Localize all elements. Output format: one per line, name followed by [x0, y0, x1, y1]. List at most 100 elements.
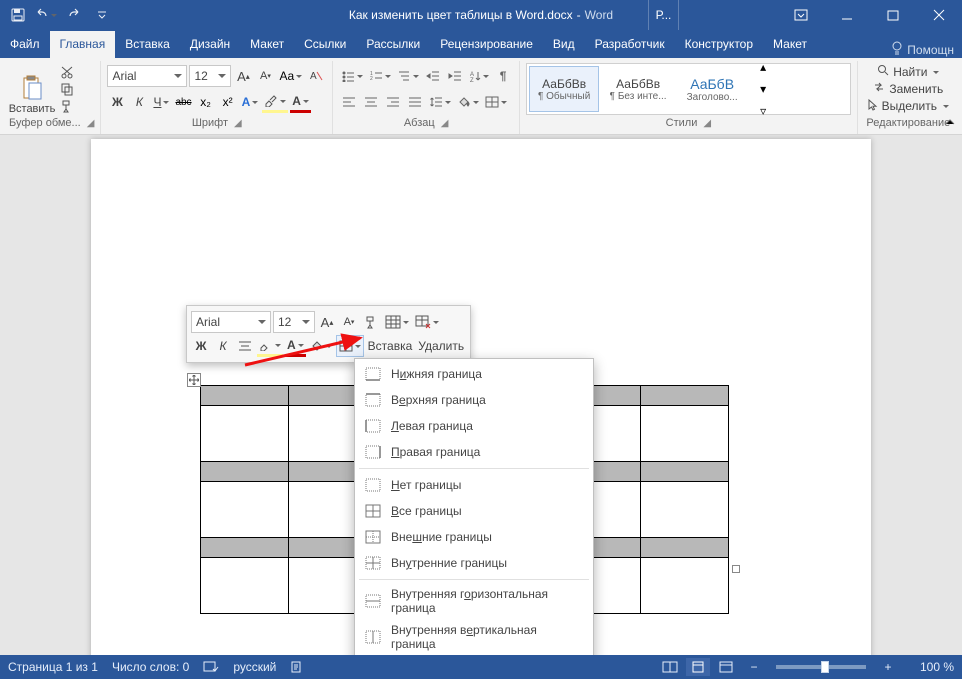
- qat-customize-button[interactable]: [90, 4, 114, 26]
- status-page[interactable]: Страница 1 из 1: [8, 660, 98, 674]
- view-read-mode[interactable]: [658, 658, 682, 676]
- style-no-spacing[interactable]: АаБбВв ¶ Без инте...: [603, 66, 673, 112]
- mini-highlight-button[interactable]: [257, 335, 283, 357]
- increase-indent-button[interactable]: [445, 65, 465, 87]
- change-case-button[interactable]: Aa: [277, 65, 304, 87]
- border-menu-item-top[interactable]: Верхняя граница: [355, 387, 593, 413]
- border-menu-item-left[interactable]: Левая граница: [355, 413, 593, 439]
- mini-align-button[interactable]: [235, 335, 255, 357]
- mini-delete-label[interactable]: Удалить: [416, 335, 466, 357]
- align-center-button[interactable]: [361, 91, 381, 113]
- view-web-layout[interactable]: [714, 658, 738, 676]
- border-menu-item-bottom[interactable]: Нижняя граница: [355, 361, 593, 387]
- tab-layout[interactable]: Макет: [240, 31, 294, 58]
- redo-button[interactable]: [62, 4, 86, 26]
- status-word-count[interactable]: Число слов: 0: [112, 660, 189, 674]
- shading-button[interactable]: [455, 91, 481, 113]
- dialog-launcher-icon[interactable]: ◢: [703, 118, 711, 129]
- dialog-launcher-icon[interactable]: ◢: [87, 118, 95, 129]
- mini-borders-button[interactable]: [336, 335, 364, 357]
- mini-delete-table-button[interactable]: [413, 311, 441, 333]
- collapse-ribbon-button[interactable]: [942, 114, 958, 130]
- font-size-select[interactable]: 12: [189, 65, 231, 87]
- tab-design[interactable]: Дизайн: [180, 31, 240, 58]
- cut-button[interactable]: [57, 63, 77, 80]
- styles-more[interactable]: ▿: [753, 100, 773, 122]
- table-resize-handle[interactable]: [732, 565, 740, 573]
- undo-button[interactable]: [34, 4, 58, 26]
- mini-format-painter-button[interactable]: [361, 311, 381, 333]
- border-menu-item-none[interactable]: Нет границы: [355, 472, 593, 498]
- dialog-launcher-icon[interactable]: ◢: [234, 118, 242, 129]
- mini-font-color-button[interactable]: A: [285, 335, 306, 357]
- mini-font-size-select[interactable]: 12: [273, 311, 315, 333]
- tab-review[interactable]: Рецензирование: [430, 31, 543, 58]
- format-painter-button[interactable]: [57, 98, 77, 115]
- superscript-button[interactable]: x²: [218, 91, 238, 113]
- tab-references[interactable]: Ссылки: [294, 31, 356, 58]
- text-effects-button[interactable]: A: [240, 91, 261, 113]
- styles-scroll-up[interactable]: ▴: [753, 56, 773, 78]
- tab-view[interactable]: Вид: [543, 31, 585, 58]
- border-menu-item-all[interactable]: Все границы: [355, 498, 593, 524]
- mini-italic-button[interactable]: К: [213, 335, 233, 357]
- document-area[interactable]: Arial 12 A▴ A▾ Ж К A Вставка Удалить Ниж…: [0, 135, 962, 655]
- justify-button[interactable]: [405, 91, 425, 113]
- style-normal[interactable]: АаБбВв ¶ Обычный: [529, 66, 599, 112]
- numbering-button[interactable]: 12: [367, 65, 393, 87]
- minimize-button[interactable]: [824, 0, 870, 30]
- line-spacing-button[interactable]: [427, 91, 453, 113]
- table-move-handle[interactable]: [187, 373, 201, 387]
- border-menu-item-outer[interactable]: Внешние границы: [355, 524, 593, 550]
- save-button[interactable]: [6, 4, 30, 26]
- font-family-select[interactable]: Arial: [107, 65, 187, 87]
- style-heading1[interactable]: АаБбВ Заголово...: [677, 66, 747, 112]
- dialog-launcher-icon[interactable]: ◢: [441, 118, 449, 129]
- mini-shading-button[interactable]: [308, 335, 334, 357]
- replace-button[interactable]: Заменить: [864, 80, 953, 97]
- copy-button[interactable]: [57, 80, 77, 97]
- tab-mailings[interactable]: Рассылки: [356, 31, 430, 58]
- font-color-button[interactable]: A: [290, 91, 311, 113]
- strikethrough-button[interactable]: abc: [173, 91, 193, 113]
- mini-grow-font-button[interactable]: A▴: [317, 311, 337, 333]
- grow-font-button[interactable]: A▴: [233, 65, 253, 87]
- account-placeholder[interactable]: [678, 0, 778, 30]
- tab-table-design[interactable]: Конструктор: [675, 31, 763, 58]
- borders-button[interactable]: [483, 91, 509, 113]
- paste-button[interactable]: Вставить: [9, 63, 55, 115]
- zoom-in-button[interactable]: +: [876, 658, 900, 676]
- find-button[interactable]: Найти: [864, 63, 953, 80]
- ribbon-display-options[interactable]: [778, 0, 824, 30]
- decrease-indent-button[interactable]: [423, 65, 443, 87]
- align-right-button[interactable]: [383, 91, 403, 113]
- styles-gallery[interactable]: АаБбВв ¶ Обычный АаБбВв ¶ Без инте... Аа…: [526, 63, 851, 115]
- border-menu-item-inner[interactable]: Внутренние границы: [355, 550, 593, 576]
- zoom-out-button[interactable]: −: [742, 658, 766, 676]
- status-language[interactable]: русский: [233, 660, 276, 674]
- underline-button[interactable]: Ч: [151, 91, 171, 113]
- context-tab-label[interactable]: Р...: [648, 0, 678, 30]
- styles-scroll-down[interactable]: ▾: [753, 78, 773, 100]
- sort-button[interactable]: AZ: [467, 65, 491, 87]
- border-menu-item-inner-v[interactable]: Внутренняя вертикальная граница: [355, 619, 593, 655]
- border-menu-item-right[interactable]: Правая граница: [355, 439, 593, 465]
- status-track-changes-icon[interactable]: [290, 660, 304, 674]
- clear-formatting-button[interactable]: A: [306, 65, 326, 87]
- view-print-layout[interactable]: [686, 658, 710, 676]
- zoom-slider[interactable]: [776, 665, 866, 669]
- align-left-button[interactable]: [339, 91, 359, 113]
- tab-home[interactable]: Главная: [50, 31, 116, 58]
- bullets-button[interactable]: [339, 65, 365, 87]
- close-button[interactable]: [916, 0, 962, 30]
- bold-button[interactable]: Ж: [107, 91, 127, 113]
- highlight-button[interactable]: [262, 91, 288, 113]
- shrink-font-button[interactable]: A▾: [255, 65, 275, 87]
- mini-shrink-font-button[interactable]: A▾: [339, 311, 359, 333]
- border-menu-item-inner-h[interactable]: Внутренняя горизонтальная граница: [355, 583, 593, 619]
- status-spellcheck[interactable]: [203, 660, 219, 674]
- mini-insert-label[interactable]: Вставка: [366, 335, 415, 357]
- italic-button[interactable]: К: [129, 91, 149, 113]
- tell-me-label[interactable]: Помощн: [907, 43, 954, 57]
- mini-bold-button[interactable]: Ж: [191, 335, 211, 357]
